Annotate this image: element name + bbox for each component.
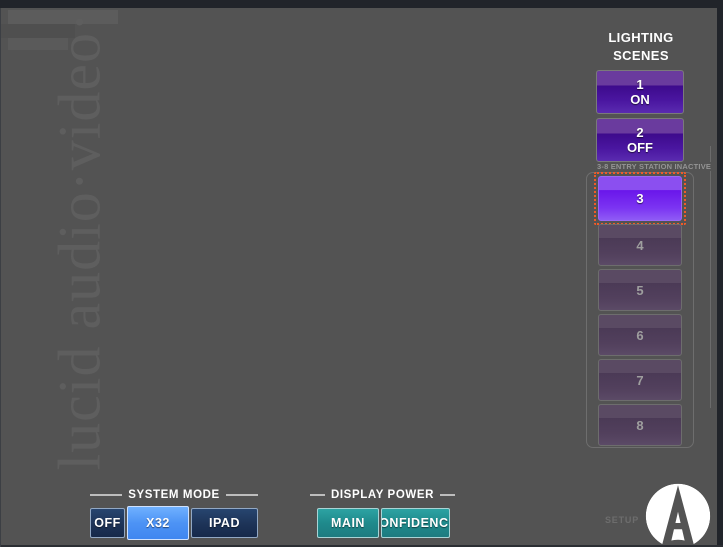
system-mode-x32-label: X32 <box>146 516 170 530</box>
content-edge-line <box>710 146 711 408</box>
scene-button-6[interactable]: 6 <box>598 314 682 356</box>
display-power-rule-right <box>440 494 455 496</box>
system-mode-header-label: SYSTEM MODE <box>128 489 220 501</box>
scene-button-7-number: 7 <box>636 372 644 388</box>
lighting-scenes-title-line1: LIGHTING <box>608 30 674 45</box>
scene-button-4-number: 4 <box>636 237 644 253</box>
scene-button-3-number: 3 <box>636 191 644 206</box>
av-control-panel-app: lucid audio·video· LIGHTING SCENES 1 ON … <box>0 0 723 547</box>
system-mode-ipad-label: IPAD <box>209 516 240 530</box>
window-chrome-accent-bottom <box>8 38 68 50</box>
scene-button-6-number: 6 <box>636 327 644 343</box>
system-mode-x32-button[interactable]: X32 <box>127 506 189 540</box>
setup-label[interactable]: SETUP <box>605 515 639 525</box>
display-power-main-button[interactable]: MAIN <box>317 508 379 538</box>
scene-button-7[interactable]: 7 <box>598 359 682 401</box>
page-surface: lucid audio·video· LIGHTING SCENES 1 ON … <box>0 8 717 547</box>
display-power-header-label: DISPLAY POWER <box>330 489 435 501</box>
scene-button-2[interactable]: 2 OFF <box>596 118 684 162</box>
scene-button-2-state: OFF <box>627 140 653 155</box>
scene-button-1-number: 1 <box>636 77 644 92</box>
scene-button-5[interactable]: 5 <box>598 269 682 311</box>
window-edge-right <box>717 0 723 547</box>
lighting-scenes-title-line2: SCENES <box>613 48 669 63</box>
scene-button-1-state: ON <box>630 92 650 107</box>
scene-button-3[interactable]: 3 <box>598 176 682 221</box>
window-chrome-accent-top <box>8 10 118 24</box>
scene-group-legend: 3-8 ENTRY STATION INACTIVE <box>595 162 714 171</box>
system-mode-rule-right <box>225 494 258 496</box>
scene-button-5-number: 5 <box>636 282 644 298</box>
system-mode-off-label: OFF <box>94 516 121 530</box>
window-chrome-accent-mid <box>0 24 75 38</box>
display-power-main-label: MAIN <box>331 516 365 530</box>
system-mode-rule-left <box>90 494 123 496</box>
display-power-rule-left <box>310 494 325 496</box>
lucid-a-logo-icon <box>645 483 711 547</box>
scene-button-4[interactable]: 4 <box>598 224 682 266</box>
display-power-confidence-button[interactable]: CONFIDENCE <box>381 508 450 538</box>
scene-button-1[interactable]: 1 ON <box>596 70 684 114</box>
system-mode-header: SYSTEM MODE <box>90 489 258 501</box>
system-mode-off-button[interactable]: OFF <box>90 508 125 538</box>
display-power-header: DISPLAY POWER <box>310 489 455 501</box>
lighting-scenes-title: LIGHTING SCENES <box>586 29 696 65</box>
window-edge-top <box>0 0 723 8</box>
window-edge-left <box>0 8 1 547</box>
scene-button-2-number: 2 <box>636 125 644 140</box>
scene-button-8-number: 8 <box>636 417 644 433</box>
scene-button-8[interactable]: 8 <box>598 404 682 446</box>
brand-watermark: lucid audio·video· <box>46 10 113 471</box>
system-mode-ipad-button[interactable]: IPAD <box>191 508 258 538</box>
display-power-confidence-label: CONFIDENCE <box>382 516 449 530</box>
